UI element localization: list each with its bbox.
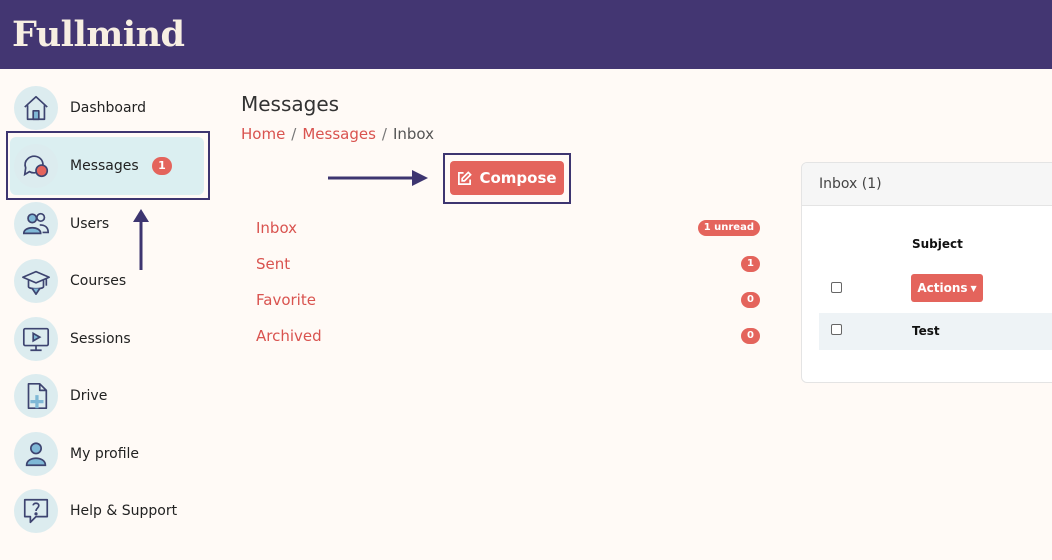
breadcrumb-current: Inbox <box>392 125 435 143</box>
sidebar-item-help-support[interactable]: Help & Support <box>14 488 204 534</box>
breadcrumb-messages-link[interactable]: Messages <box>302 125 376 143</box>
row-checkbox[interactable] <box>831 324 842 335</box>
folder-inbox[interactable]: Inbox 1 unread <box>256 217 760 239</box>
right-arrow-annotation <box>328 170 428 186</box>
message-subject[interactable]: Test <box>912 324 940 338</box>
sidebar-item-label: Help & Support <box>70 503 178 519</box>
sidebar-item-sessions[interactable]: Sessions <box>14 316 204 362</box>
sidebar-item-users[interactable]: Users <box>14 201 204 247</box>
app-logo[interactable]: Fullmind <box>12 14 185 55</box>
folder-name: Archived <box>256 327 322 345</box>
graduation-cap-icon <box>14 259 58 303</box>
compose-button[interactable]: Compose <box>450 161 564 195</box>
messages-highlight-box <box>6 131 210 200</box>
monitor-play-icon <box>14 317 58 361</box>
folder-favorite[interactable]: Favorite 0 <box>256 289 760 311</box>
sidebar-item-label: Courses <box>70 273 127 289</box>
sidebar-item-dashboard[interactable]: Dashboard <box>14 85 204 131</box>
help-chat-icon <box>14 489 58 533</box>
sidebar-item-label: My profile <box>70 446 140 462</box>
users-icon <box>14 202 58 246</box>
inbox-header: Inbox (1) <box>802 163 1052 206</box>
sidebar-item-label: Dashboard <box>70 100 146 116</box>
inbox-panel: Inbox (1) Subject Actions ▼ Test <box>801 162 1052 383</box>
user-icon <box>14 432 58 476</box>
folder-archived[interactable]: Archived 0 <box>256 325 760 347</box>
actions-label: Actions <box>917 281 968 295</box>
folder-sent[interactable]: Sent 1 <box>256 253 760 275</box>
folder-name: Inbox <box>256 219 298 237</box>
breadcrumb-separator: / <box>381 125 387 143</box>
breadcrumb: Home / Messages / Inbox <box>241 125 434 143</box>
up-arrow-annotation <box>133 209 149 270</box>
home-icon <box>14 86 58 130</box>
folder-name: Sent <box>256 255 291 273</box>
page-title: Messages <box>241 92 340 116</box>
subject-column-header[interactable]: Subject <box>912 237 963 251</box>
compose-label: Compose <box>479 169 557 187</box>
edit-icon <box>458 170 473 185</box>
actions-dropdown-button[interactable]: Actions ▼ <box>911 274 983 302</box>
folder-count-badge: 0 <box>741 292 760 308</box>
sidebar-item-my-profile[interactable]: My profile <box>14 431 204 477</box>
breadcrumb-separator: / <box>291 125 297 143</box>
folder-count-badge: 1 <box>741 256 760 272</box>
file-plus-icon <box>14 374 58 418</box>
sidebar-item-label: Sessions <box>70 331 131 347</box>
caret-down-icon: ▼ <box>970 283 977 293</box>
sidebar-item-drive[interactable]: Drive <box>14 373 204 419</box>
folder-count-badge: 1 unread <box>697 220 760 236</box>
select-all-checkbox[interactable] <box>831 282 842 293</box>
sidebar-item-label: Users <box>70 216 110 232</box>
sidebar-item-label: Drive <box>70 388 108 404</box>
sidebar-item-courses[interactable]: Courses <box>14 258 204 304</box>
folder-count-badge: 0 <box>741 328 760 344</box>
folder-name: Favorite <box>256 291 316 309</box>
top-bar: Fullmind <box>0 0 1052 69</box>
breadcrumb-home-link[interactable]: Home <box>241 125 285 143</box>
